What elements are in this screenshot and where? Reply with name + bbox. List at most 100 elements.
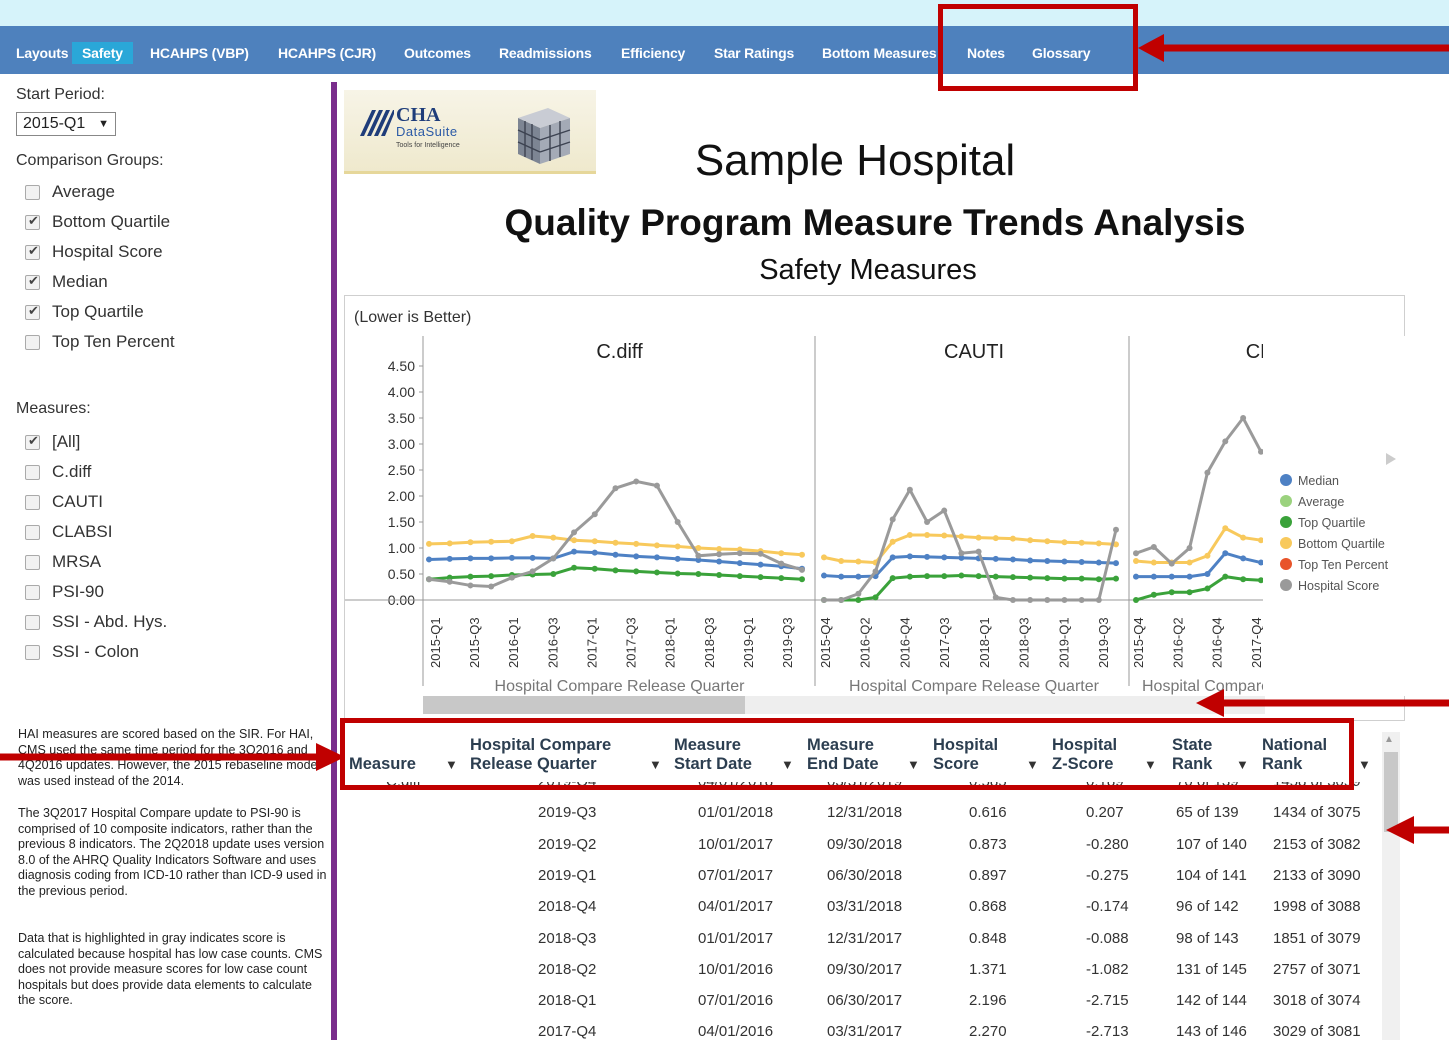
start-period-select[interactable]: 2015-Q1 ▼ <box>16 112 116 136</box>
data-point <box>571 548 578 555</box>
table-cell: 3029 of 3081 <box>1273 1023 1361 1040</box>
tab-star-ratings[interactable]: Star Ratings <box>710 42 798 64</box>
checkbox[interactable] <box>25 433 40 450</box>
tab-outcomes[interactable]: Outcomes <box>400 42 475 64</box>
table-cell: 2153 of 3082 <box>1273 835 1361 853</box>
measure-mrsa[interactable]: MRSA <box>25 551 101 573</box>
cha-datasuite-logo: CHA DataSuite Tools for Intelligence <box>344 90 596 174</box>
comparison-median[interactable]: Median <box>25 271 108 293</box>
x-tick-label: 2019-Q1 <box>1056 617 1071 668</box>
data-point <box>1186 545 1193 551</box>
measure-all[interactable]: [All] <box>25 431 80 453</box>
note-psi90: The 3Q2017 Hospital Compare update to PS… <box>18 806 327 898</box>
measure-psi-90[interactable]: PSI-90 <box>25 581 104 603</box>
comparison-top-ten-percent[interactable]: Top Ten Percent <box>25 331 175 353</box>
dropdown-arrow-icon: ▼ <box>98 118 109 130</box>
tab-readmissions[interactable]: Readmissions <box>495 42 596 64</box>
data-point <box>1186 573 1193 580</box>
comparison-hospital-score[interactable]: Hospital Score <box>25 241 163 263</box>
checkbox[interactable] <box>25 494 40 510</box>
data-point <box>1133 573 1139 580</box>
data-point <box>1061 597 1068 603</box>
sidebar-divider[interactable] <box>331 82 337 1040</box>
table-cell: 1434 of 3075 <box>1273 804 1361 822</box>
data-point <box>508 574 515 581</box>
data-point <box>467 573 474 580</box>
checkbox[interactable] <box>25 243 40 260</box>
legend-label: Average <box>1298 495 1344 509</box>
data-point <box>1186 559 1193 566</box>
data-point <box>1009 535 1016 542</box>
checkbox[interactable] <box>25 213 40 230</box>
table-cell: -0.280 <box>1086 835 1129 853</box>
data-point <box>906 573 913 580</box>
data-point <box>633 568 640 575</box>
data-point <box>838 558 845 564</box>
measure-cdiff[interactable]: C.diff <box>25 461 91 483</box>
checkbox[interactable] <box>25 524 40 540</box>
table-cell: 0.848 <box>969 929 1007 947</box>
table-cell: 1851 of 3079 <box>1273 929 1361 947</box>
sort-arrow-icon[interactable]: ▼ <box>1358 757 1371 772</box>
tab-layouts[interactable]: Layouts <box>12 42 72 64</box>
data-point <box>941 573 948 580</box>
table-cell: 1.371 <box>969 960 1007 978</box>
data-point <box>612 539 619 546</box>
start-period-label: Start Period: <box>16 86 105 103</box>
data-point <box>653 569 660 576</box>
table-cell: 2019-Q3 <box>538 804 597 822</box>
data-point <box>778 550 785 557</box>
measure-cauti[interactable]: CAUTI <box>25 491 103 513</box>
data-point <box>1009 574 1016 581</box>
x-tick-label: 2016-Q3 <box>545 617 560 668</box>
data-point <box>924 573 931 580</box>
checkbox[interactable] <box>25 184 40 200</box>
data-point <box>1095 559 1102 566</box>
x-axis-title: Hospital Compare Release Quarter <box>849 678 1100 695</box>
comparison-average[interactable]: Average <box>25 181 115 203</box>
data-point <box>467 539 474 546</box>
red-arrow-icon <box>1196 689 1449 717</box>
y-tick-label: 2.00 <box>388 488 415 504</box>
legend-swatch <box>1280 495 1292 507</box>
comparison-bottom-quartile[interactable]: Bottom Quartile <box>25 211 170 233</box>
y-tick-label: 1.00 <box>388 540 415 556</box>
data-point <box>1204 585 1211 592</box>
comparison-top-quartile[interactable]: Top Quartile <box>25 301 144 323</box>
measure-ssi-abd-hys[interactable]: SSI - Abd. Hys. <box>25 611 167 633</box>
table-cell: 1998 of 3088 <box>1273 898 1361 916</box>
checkbox[interactable] <box>25 464 40 480</box>
tab-bottom-measures[interactable]: Bottom Measures <box>818 42 940 64</box>
data-point <box>1240 415 1247 421</box>
data-point <box>571 537 578 544</box>
tab-hcahps-vbp[interactable]: HCAHPS (VBP) <box>146 42 253 64</box>
data-point <box>716 558 723 565</box>
tab-safety[interactable]: Safety <box>72 42 133 64</box>
table-cell: -2.713 <box>1086 1023 1129 1040</box>
table-cell: 107 of 140 <box>1176 835 1247 853</box>
measure-label: MRSA <box>52 552 102 571</box>
data-point <box>757 561 764 568</box>
data-point <box>906 553 913 560</box>
table-cell: 2019-Q1 <box>538 866 597 884</box>
checkbox[interactable] <box>25 644 40 660</box>
data-point <box>924 532 931 538</box>
checkbox[interactable] <box>25 303 40 320</box>
scroll-up-icon[interactable]: ▲ <box>1384 734 1394 745</box>
logo-tagline: Tools for Intelligence <box>396 142 460 149</box>
checkbox[interactable] <box>25 614 40 630</box>
checkbox[interactable] <box>25 334 40 350</box>
checkbox[interactable] <box>25 273 40 290</box>
tab-hcahps-cjr[interactable]: HCAHPS (CJR) <box>274 42 380 64</box>
measure-ssi-colon[interactable]: SSI - Colon <box>25 641 139 663</box>
table-cell: 0.897 <box>969 866 1007 884</box>
measure-clabsi[interactable]: CLABSI <box>25 521 112 543</box>
tab-efficiency[interactable]: Efficiency <box>617 42 689 64</box>
checkbox[interactable] <box>25 554 40 570</box>
table-cell: 09/30/2017 <box>827 960 903 978</box>
x-tick-label: 2015-Q4 <box>818 617 833 668</box>
x-tick-label: 2018-Q3 <box>1017 617 1032 668</box>
table-cell: 143 of 146 <box>1176 1023 1247 1040</box>
checkbox[interactable] <box>25 584 40 600</box>
table-cell: 3018 of 3074 <box>1273 992 1361 1010</box>
